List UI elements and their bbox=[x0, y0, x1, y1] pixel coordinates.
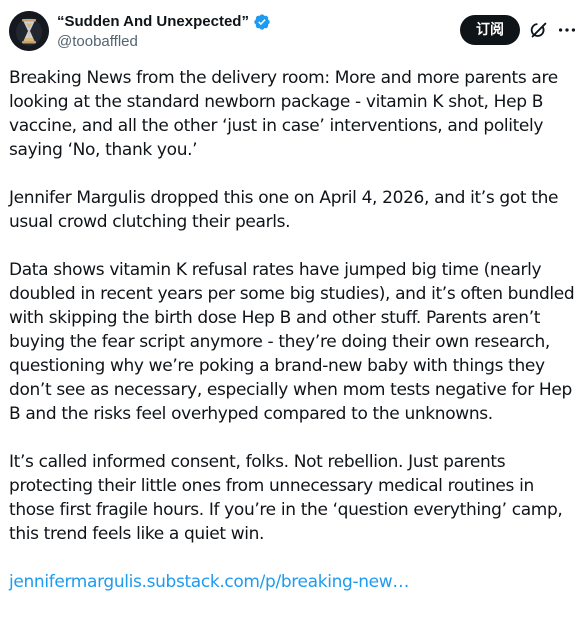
grok-icon[interactable] bbox=[528, 19, 550, 41]
display-name-row[interactable]: “Sudden And Unexpected” bbox=[57, 12, 271, 32]
post-paragraph: Breaking News from the delivery room: Mo… bbox=[9, 68, 558, 160]
post: “Sudden And Unexpected” @toobaffled 订阅 B… bbox=[0, 0, 587, 594]
display-name[interactable]: “Sudden And Unexpected” bbox=[57, 12, 249, 32]
post-paragraph: Data shows vitamin K refusal rates have … bbox=[9, 260, 575, 424]
handle[interactable]: @toobaffled bbox=[57, 32, 271, 52]
post-paragraph: It’s called informed consent, folks. Not… bbox=[9, 452, 563, 544]
author-info: “Sudden And Unexpected” @toobaffled bbox=[57, 12, 271, 52]
post-link[interactable]: jennifermargulis.substack.com/p/breaking… bbox=[9, 572, 409, 592]
hourglass-icon bbox=[9, 11, 49, 51]
verified-badge-icon bbox=[253, 13, 271, 31]
more-icon[interactable] bbox=[556, 19, 578, 41]
subscribe-button[interactable]: 订阅 bbox=[460, 15, 520, 45]
post-link-paragraph: jennifermargulis.substack.com/p/breaking… bbox=[9, 570, 579, 594]
post-paragraph: Jennifer Margulis dropped this one on Ap… bbox=[9, 188, 559, 232]
avatar[interactable] bbox=[9, 11, 49, 51]
post-text: Breaking News from the delivery room: Mo… bbox=[9, 66, 579, 618]
